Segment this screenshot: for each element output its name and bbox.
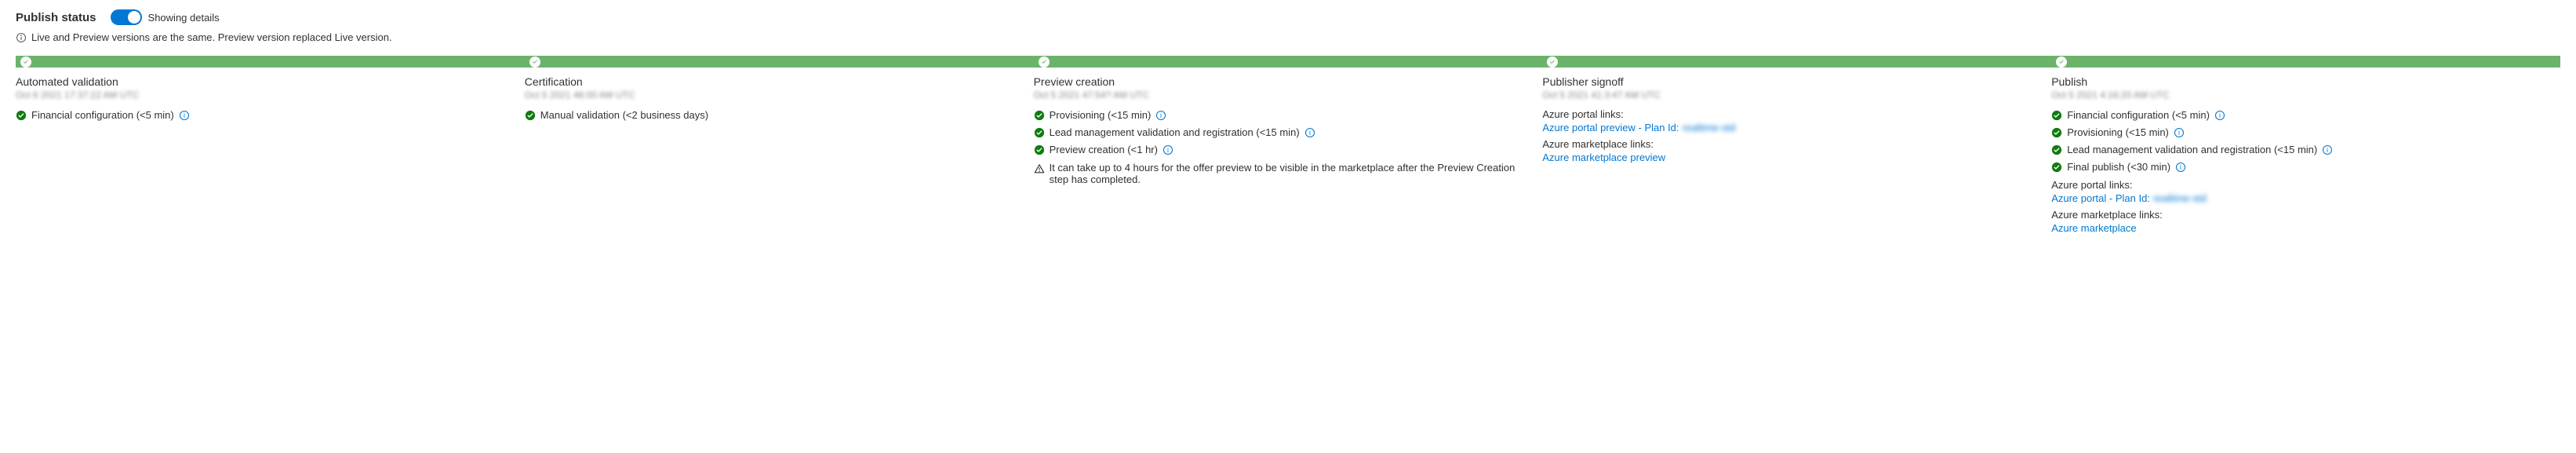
page-title: Publish status <box>16 11 96 24</box>
stage-title: Publish <box>2051 75 2541 88</box>
stage-title: Preview creation <box>1034 75 1524 88</box>
substep-preview-creation: Preview creation (<1 hr) i <box>1034 143 1524 157</box>
check-circle-icon <box>2051 162 2062 173</box>
check-circle-icon <box>2051 127 2062 138</box>
stage-columns: Automated validation Oct 6 2021 17:37:22… <box>16 75 2560 236</box>
details-toggle-label: Showing details <box>148 12 220 24</box>
marketplace-links-label: Azure marketplace links: <box>1542 138 2032 150</box>
portal-links-label: Azure portal links: <box>1542 108 2032 120</box>
version-note: Live and Preview versions are the same. … <box>16 31 2560 43</box>
publish-status-panel: Publish status Showing details Live and … <box>0 0 2576 259</box>
azure-portal-link[interactable]: Azure portal - Plan Id: <box>2051 192 2150 204</box>
check-circle-icon <box>1039 57 1050 68</box>
check-circle-icon <box>529 57 540 68</box>
substep-final-publish: Final publish (<30 min) i <box>2051 160 2541 174</box>
substep-label: Lead management validation and registrat… <box>2067 143 2317 157</box>
progress-bar <box>16 56 2560 68</box>
substep-label: Final publish (<30 min) <box>2067 160 2170 174</box>
preview-warning: It can take up to 4 hours for the offer … <box>1034 162 1524 185</box>
preview-warning-text: It can take up to 4 hours for the offer … <box>1050 162 1524 185</box>
info-icon[interactable]: i <box>2214 110 2225 121</box>
azure-portal-preview-link[interactable]: Azure portal preview - Plan Id: <box>1542 122 1679 133</box>
info-icon[interactable]: i <box>1155 110 1166 121</box>
check-circle-icon <box>16 110 27 121</box>
marketplace-link-row: Azure marketplace <box>2051 222 2541 234</box>
plan-id-redacted: realtime-std <box>1683 122 1736 133</box>
stage-preview-creation: Preview creation Oct 5 2021 47:54? AM UT… <box>1034 75 1543 236</box>
azure-marketplace-link[interactable]: Azure marketplace <box>2051 222 2136 234</box>
azure-marketplace-preview-link[interactable]: Azure marketplace preview <box>1542 152 1665 163</box>
svg-text:i: i <box>184 111 185 119</box>
substep-lead-management: Lead management validation and registrat… <box>2051 143 2541 157</box>
portal-link-row: Azure portal - Plan Id: realtime-std <box>2051 192 2541 204</box>
stage-date: Oct 5 2021 47:54? AM UTC <box>1034 90 1524 100</box>
substep-manual-validation: Manual validation (<2 business days) <box>525 108 1015 122</box>
info-icon[interactable]: i <box>1304 127 1315 138</box>
info-icon[interactable]: i <box>2322 144 2333 155</box>
stage-date: Oct 6 2021 17:37:22 AM UTC <box>16 90 506 100</box>
info-icon[interactable]: i <box>179 110 190 121</box>
portal-links-label: Azure portal links: <box>2051 179 2541 191</box>
stage-publisher-signoff: Publisher signoff Oct 5 2021 41:3:47 AM … <box>1542 75 2051 236</box>
progress-seg-automated-validation <box>16 56 525 68</box>
substep-label: Provisioning (<15 min) <box>1050 108 1152 122</box>
check-circle-icon <box>1034 127 1045 138</box>
substep-provisioning: Provisioning (<15 min) i <box>1034 108 1524 122</box>
header-row: Publish status Showing details <box>16 9 2560 25</box>
check-circle-icon <box>20 57 31 68</box>
stage-date: Oct 5 2021 46:00 AM UTC <box>525 90 1015 100</box>
svg-text:i: i <box>2178 129 2180 137</box>
stage-certification: Certification Oct 5 2021 46:00 AM UTC Ma… <box>525 75 1034 236</box>
progress-seg-publish <box>2051 56 2560 68</box>
info-icon[interactable]: i <box>2175 162 2186 173</box>
portal-preview-link-row: Azure portal preview - Plan Id: realtime… <box>1542 122 2032 133</box>
stage-title: Automated validation <box>16 75 506 88</box>
substep-label: Manual validation (<2 business days) <box>540 108 708 122</box>
substep-lead-management: Lead management validation and registrat… <box>1034 126 1524 140</box>
details-toggle[interactable] <box>111 9 142 25</box>
check-circle-icon <box>525 110 536 121</box>
stage-publish: Publish Oct 5 2021 4:16:20 AM UTC Financ… <box>2051 75 2560 236</box>
progress-seg-preview-creation <box>1034 56 1543 68</box>
check-circle-icon <box>2056 57 2067 68</box>
check-circle-icon <box>2051 144 2062 155</box>
substep-label: Financial configuration (<5 min) <box>31 108 174 122</box>
progress-seg-publisher-signoff <box>1542 56 2051 68</box>
substep-financial-configuration: Financial configuration (<5 min) i <box>16 108 506 122</box>
svg-text:i: i <box>2219 111 2221 119</box>
stage-date: Oct 5 2021 4:16:20 AM UTC <box>2051 90 2541 100</box>
toggle-knob <box>128 11 140 24</box>
svg-text:i: i <box>2180 163 2181 171</box>
substep-label: Preview creation (<1 hr) <box>1050 143 1158 157</box>
details-toggle-wrap: Showing details <box>111 9 220 25</box>
check-circle-icon <box>1034 110 1045 121</box>
stage-automated-validation: Automated validation Oct 6 2021 17:37:22… <box>16 75 525 236</box>
substep-financial-configuration: Financial configuration (<5 min) i <box>2051 108 2541 122</box>
substep-label: Provisioning (<15 min) <box>2067 126 2169 140</box>
check-circle-icon <box>1547 57 1558 68</box>
stage-title: Publisher signoff <box>1542 75 2032 88</box>
info-icon[interactable]: i <box>1162 144 1173 155</box>
stage-date: Oct 5 2021 41:3:47 AM UTC <box>1542 90 2032 100</box>
info-icon[interactable]: i <box>2174 127 2185 138</box>
substep-label: Financial configuration (<5 min) <box>2067 108 2210 122</box>
svg-text:i: i <box>1167 146 1169 154</box>
marketplace-links-label: Azure marketplace links: <box>2051 209 2541 221</box>
check-circle-icon <box>2051 110 2062 121</box>
marketplace-preview-link-row: Azure marketplace preview <box>1542 152 2032 163</box>
version-note-text: Live and Preview versions are the same. … <box>31 31 392 43</box>
plan-id-redacted: realtime-std <box>2153 192 2207 204</box>
progress-seg-certification <box>525 56 1034 68</box>
svg-text:i: i <box>1309 129 1311 137</box>
check-circle-icon <box>1034 144 1045 155</box>
substep-label: Lead management validation and registrat… <box>1050 126 1300 140</box>
svg-text:i: i <box>1160 111 1162 119</box>
warning-icon <box>1034 163 1045 174</box>
substep-provisioning: Provisioning (<15 min) i <box>2051 126 2541 140</box>
info-icon <box>16 32 27 43</box>
stage-title: Certification <box>525 75 1015 88</box>
svg-text:i: i <box>2327 146 2328 154</box>
